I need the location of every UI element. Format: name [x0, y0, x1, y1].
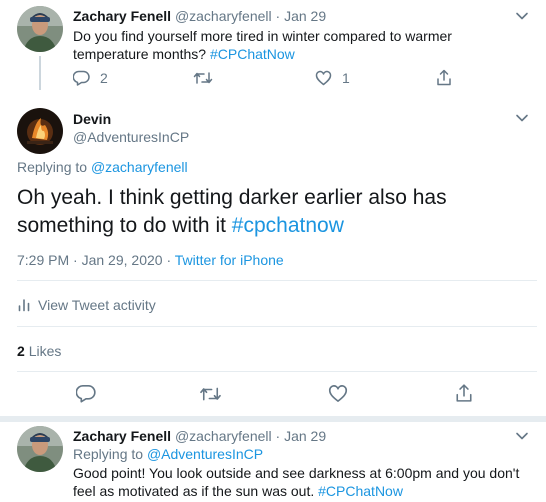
divider [17, 326, 537, 327]
meta-separator: · [275, 428, 281, 444]
author-name[interactable]: Devin [73, 111, 111, 127]
heart-icon [315, 70, 332, 86]
avatar[interactable] [17, 108, 63, 154]
tweet-body: Good point! You look outside and see dar… [73, 465, 520, 499]
tweet-date[interactable]: Jan 29 [284, 428, 326, 444]
author-handle[interactable]: @zacharyfenell [175, 428, 272, 444]
reply-count: 2 [100, 70, 108, 86]
likes-stat[interactable]: 2 Likes [17, 343, 61, 359]
heart-icon [328, 385, 348, 402]
divider [17, 371, 537, 372]
reply-tweet[interactable]: Zachary Fenell @zacharyfenell · Jan 29 R… [0, 422, 546, 502]
likes-label: Likes [28, 343, 62, 359]
avatar[interactable] [17, 426, 63, 472]
like-button[interactable] [328, 384, 348, 403]
author-name[interactable]: Zachary Fenell [73, 428, 171, 444]
hashtag-link[interactable]: #CPChatNow [210, 46, 295, 62]
retweet-button[interactable] [199, 385, 222, 403]
tweet-date[interactable]: Jan 29 [284, 8, 326, 24]
likes-count: 2 [17, 343, 25, 359]
thread-line [39, 56, 41, 90]
author-handle[interactable]: @AdventuresInCP [73, 129, 189, 145]
like-button[interactable]: 1 [315, 70, 350, 86]
bar-chart-icon [18, 299, 30, 312]
meta-separator: · [275, 8, 281, 24]
meta-separator: · [73, 252, 78, 268]
avatar[interactable] [17, 6, 63, 52]
share-icon [456, 384, 472, 402]
chevron-down-icon[interactable] [515, 429, 529, 443]
replying-to: Replying to @zacharyfenell [17, 159, 188, 175]
retweet-icon [200, 387, 221, 401]
chevron-down-icon[interactable] [515, 111, 529, 125]
activity-label: View Tweet activity [38, 297, 156, 313]
tweet-text: Do you find yourself more tired in winte… [73, 27, 513, 63]
tweet-text: Good point! You look outside and see dar… [73, 464, 538, 500]
view-tweet-activity[interactable]: View Tweet activity [17, 297, 156, 313]
author-name[interactable]: Zachary Fenell [73, 8, 171, 24]
share-button[interactable] [455, 383, 473, 403]
share-button[interactable] [436, 69, 452, 86]
replying-to-link[interactable]: @AdventuresInCP [147, 446, 263, 462]
chevron-down-icon[interactable] [515, 9, 529, 23]
tweet-date[interactable]: Jan 29, 2020 [82, 252, 163, 268]
tweet-text: Oh yeah. I think getting darker earlier … [17, 184, 537, 240]
tweet-time[interactable]: 7:29 PM [17, 252, 69, 268]
tweet-source[interactable]: Twitter for iPhone [175, 252, 284, 268]
like-count: 1 [342, 70, 350, 86]
hashtag-link[interactable]: #CPChatNow [318, 483, 403, 499]
reply-button[interactable]: 2 [73, 70, 108, 86]
hashtag-link[interactable]: #cpchatnow [232, 214, 344, 237]
author-handle[interactable]: @zacharyfenell [175, 8, 272, 24]
replying-to-prefix: Replying to [17, 159, 88, 175]
reply-icon [73, 70, 90, 86]
share-icon [437, 69, 451, 86]
retweet-button[interactable] [193, 70, 213, 86]
parent-tweet[interactable]: Zachary Fenell @zacharyfenell · Jan 29 D… [0, 0, 546, 94]
main-tweet: Devin @AdventuresInCP Replying to @zacha… [0, 94, 546, 416]
retweet-icon [193, 72, 213, 84]
meta-separator: · [166, 252, 172, 268]
replying-to: Replying to @AdventuresInCP [73, 446, 263, 462]
tweet-meta: 7:29 PM · Jan 29, 2020 · Twitter for iPh… [17, 252, 284, 268]
replying-to-prefix: Replying to [73, 446, 144, 462]
reply-icon [76, 385, 96, 403]
replying-to-link[interactable]: @zacharyfenell [91, 159, 188, 175]
reply-button[interactable] [76, 384, 96, 403]
divider [17, 280, 537, 281]
